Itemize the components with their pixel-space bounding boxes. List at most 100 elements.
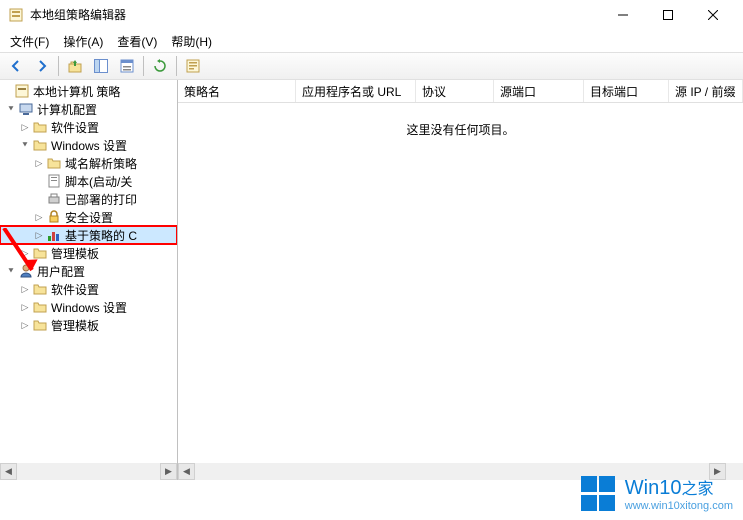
expander-icon[interactable] <box>32 174 46 188</box>
toolbar-separator <box>176 56 177 76</box>
watermark-text: Win10之家 www.win10xitong.com <box>625 475 733 512</box>
expander-icon[interactable]: ▷ <box>18 120 32 134</box>
expander-icon[interactable]: ▷ <box>32 228 46 242</box>
forward-button[interactable] <box>30 54 54 78</box>
tree-security-settings[interactable]: ▷ 安全设置 <box>0 208 177 226</box>
tree-label: 管理模板 <box>51 317 99 334</box>
titlebar: 本地组策略编辑器 <box>0 0 743 30</box>
minimize-button[interactable] <box>600 0 645 29</box>
script-icon <box>46 173 62 189</box>
tree-hscrollbar[interactable]: ◀ ▶ <box>0 463 177 480</box>
tree-label: 软件设置 <box>51 119 99 136</box>
scroll-left-icon[interactable]: ◀ <box>178 463 195 480</box>
printer-icon <box>46 191 62 207</box>
empty-message: 这里没有任何项目。 <box>178 103 743 156</box>
menu-action[interactable]: 操作(A) <box>57 31 109 52</box>
close-button[interactable] <box>690 0 735 29</box>
tree-label: 脚本(启动/关 <box>65 173 132 190</box>
tree-label: 软件设置 <box>51 281 99 298</box>
tree-label: 基于策略的 C <box>65 227 137 244</box>
expander-icon[interactable]: ▷ <box>32 156 46 170</box>
tree-software-settings[interactable]: ▷ 软件设置 <box>0 118 177 136</box>
scroll-left-icon[interactable]: ◀ <box>0 463 17 480</box>
properties-button[interactable] <box>115 54 139 78</box>
tree-user-config[interactable]: ⯆ 用户配置 <box>0 262 177 280</box>
export-button[interactable] <box>181 54 205 78</box>
toolbar-separator <box>58 56 59 76</box>
folder-icon <box>32 317 48 333</box>
watermark: Win10之家 www.win10xitong.com <box>581 475 733 512</box>
tree-label: 本地计算机 策略 <box>33 83 120 100</box>
toolbar <box>0 52 743 80</box>
expander-icon[interactable]: ▷ <box>32 210 46 224</box>
tree: 本地计算机 策略 ⯆ 计算机配置 ▷ 软件设置 ⯆ Windows 设 <box>0 80 177 336</box>
tree-windows-settings[interactable]: ⯆ Windows 设置 <box>0 136 177 154</box>
tree-deployed-printers[interactable]: 已部署的打印 <box>0 190 177 208</box>
column-header-protocol[interactable]: 协议 <box>416 80 494 102</box>
menu-file[interactable]: 文件(F) <box>4 31 55 52</box>
computer-icon <box>18 101 34 117</box>
expander-icon[interactable]: ⯆ <box>4 102 18 116</box>
column-header-name[interactable]: 策略名 <box>178 80 296 102</box>
back-button[interactable] <box>4 54 28 78</box>
expander-icon[interactable] <box>32 192 46 206</box>
scroll-track[interactable] <box>17 463 160 480</box>
folder-icon <box>46 155 62 171</box>
app-icon <box>8 7 24 23</box>
tree-scripts[interactable]: 脚本(启动/关 <box>0 172 177 190</box>
column-header-dstport[interactable]: 目标端口 <box>584 80 669 102</box>
user-icon <box>18 263 34 279</box>
tree-software-settings-user[interactable]: ▷ 软件设置 <box>0 280 177 298</box>
tree-label: 安全设置 <box>65 209 113 226</box>
watermark-sub: 之家 <box>681 481 713 498</box>
expander-icon[interactable]: ⯆ <box>18 138 32 152</box>
up-button[interactable] <box>63 54 87 78</box>
folder-icon <box>32 137 48 153</box>
tree-label: 域名解析策略 <box>65 155 137 172</box>
tree-windows-settings-user[interactable]: ▷ Windows 设置 <box>0 298 177 316</box>
show-hide-tree-button[interactable] <box>89 54 113 78</box>
tree-policy-based-qos[interactable]: ▷ 基于策略的 C <box>0 226 177 244</box>
folder-icon <box>32 245 48 261</box>
refresh-button[interactable] <box>148 54 172 78</box>
menu-view[interactable]: 查看(V) <box>111 31 163 52</box>
content-area: 本地计算机 策略 ⯆ 计算机配置 ▷ 软件设置 ⯆ Windows 设 <box>0 80 743 480</box>
tree-label: Windows 设置 <box>51 137 127 154</box>
scroll-right-icon[interactable]: ▶ <box>160 463 177 480</box>
chart-icon <box>46 227 62 243</box>
tree-label: Windows 设置 <box>51 299 127 316</box>
expander-icon[interactable]: ▷ <box>18 282 32 296</box>
tree-label: 已部署的打印 <box>65 191 137 208</box>
column-header-appurl[interactable]: 应用程序名或 URL <box>296 80 416 102</box>
column-header-srcip[interactable]: 源 IP / 前缀 <box>669 80 743 102</box>
expander-icon[interactable]: ⯆ <box>4 264 18 278</box>
watermark-url: www.win10xitong.com <box>625 500 733 512</box>
windows-logo-icon <box>581 476 617 512</box>
window-controls <box>600 0 735 29</box>
tree-label: 用户配置 <box>37 263 85 280</box>
expander-icon[interactable] <box>0 84 14 98</box>
folder-icon <box>32 281 48 297</box>
tree-pane: 本地计算机 策略 ⯆ 计算机配置 ▷ 软件设置 ⯆ Windows 设 <box>0 80 178 480</box>
tree-admin-templates-user[interactable]: ▷ 管理模板 <box>0 316 177 334</box>
expander-icon[interactable]: ▷ <box>18 318 32 332</box>
list-header: 策略名 应用程序名或 URL 协议 源端口 目标端口 源 IP / 前缀 <box>178 80 743 103</box>
folder-icon <box>32 119 48 135</box>
folder-icon <box>32 299 48 315</box>
policy-root-icon <box>14 83 30 99</box>
expander-icon[interactable]: ▷ <box>18 300 32 314</box>
tree-dns-policy[interactable]: ▷ 域名解析策略 <box>0 154 177 172</box>
menu-help[interactable]: 帮助(H) <box>165 31 218 52</box>
toolbar-separator <box>143 56 144 76</box>
tree-computer-config[interactable]: ⯆ 计算机配置 <box>0 100 177 118</box>
list-pane: 策略名 应用程序名或 URL 协议 源端口 目标端口 源 IP / 前缀 这里没… <box>178 80 743 480</box>
column-header-srcport[interactable]: 源端口 <box>494 80 584 102</box>
tree-root[interactable]: 本地计算机 策略 <box>0 82 177 100</box>
expander-icon[interactable]: ▷ <box>18 246 32 260</box>
tree-label: 管理模板 <box>51 245 99 262</box>
tree-admin-templates[interactable]: ▷ 管理模板 <box>0 244 177 262</box>
maximize-button[interactable] <box>645 0 690 29</box>
tree-label: 计算机配置 <box>37 101 97 118</box>
lock-icon <box>46 209 62 225</box>
menubar: 文件(F) 操作(A) 查看(V) 帮助(H) <box>0 30 743 52</box>
